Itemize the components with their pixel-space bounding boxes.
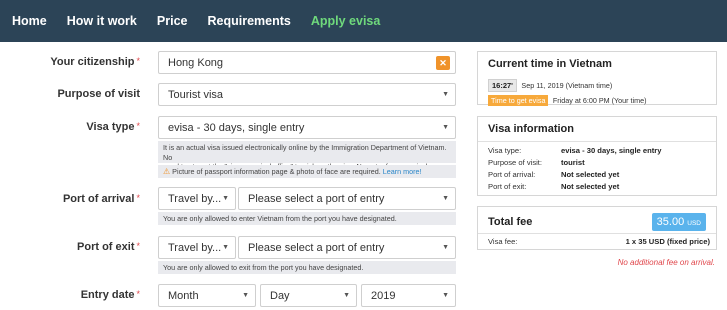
nav-apply-evisa[interactable]: Apply evisa: [311, 14, 380, 28]
citizenship-label: Your citizenship *: [0, 56, 140, 68]
total-fee-amount: 35.00 USD: [651, 213, 706, 231]
chevron-down-icon: ▼: [442, 91, 449, 98]
port-arrival-label-text: Port of arrival: [62, 193, 135, 205]
purpose-value: Tourist visa: [168, 88, 224, 101]
chevron-down-icon: ▼: [242, 292, 249, 299]
citizenship-label-text: Your citizenship: [50, 56, 135, 68]
visa-type-value: evisa - 30 days, single entry: [168, 121, 305, 134]
current-time-title: Current time in Vietnam: [488, 58, 612, 70]
info-row: Purpose of visit: tourist: [488, 158, 585, 167]
learn-more-link[interactable]: Learn more!: [383, 167, 422, 176]
clear-citizenship-button[interactable]: ✕: [436, 56, 450, 70]
entry-month-value: Month: [168, 289, 199, 302]
required-mark: *: [136, 56, 140, 66]
info-key: Visa type:: [488, 146, 522, 155]
visa-type-note: It is an actual visa issued electronical…: [158, 141, 456, 171]
exit-note: You are only allowed to exit from the po…: [158, 261, 456, 274]
purpose-label-text: Purpose of visit: [57, 88, 140, 100]
current-time-panel: Current time in Vietnam 16:27' Sep 11, 2…: [477, 51, 717, 108]
port-exit-label-text: Port of exit: [77, 241, 135, 253]
nav-how-it-work[interactable]: How it work: [67, 14, 137, 28]
chevron-down-icon: ▼: [222, 244, 229, 251]
entry-year-select[interactable]: 2019 ▼: [361, 284, 456, 307]
info-value: Not selected yet: [561, 182, 620, 191]
exit-note-text: You are only allowed to exit from the po…: [163, 263, 364, 272]
fee-currency: USD: [687, 220, 701, 227]
arrival-port-placeholder: Please select a port of entry: [248, 192, 385, 205]
nav-price[interactable]: Price: [157, 14, 188, 28]
info-row: Port of arrival: Not selected yet: [488, 170, 619, 179]
required-mark: *: [136, 193, 140, 203]
arrival-note: You are only allowed to enter Vietnam fr…: [158, 212, 456, 225]
chevron-down-icon: ▼: [442, 124, 449, 131]
info-value: Not selected yet: [561, 170, 620, 179]
info-value: evisa - 30 days, single entry: [561, 146, 662, 155]
divider: [478, 233, 716, 234]
arrival-note-text: You are only allowed to enter Vietnam fr…: [163, 214, 397, 223]
info-key: Port of exit:: [488, 182, 527, 191]
arrival-port-select[interactable]: Please select a port of entry ▼: [238, 187, 456, 210]
visa-fee-value: 1 x 35 USD (fixed price): [625, 237, 710, 246]
info-value: tourist: [561, 158, 585, 167]
no-additional-fee-note: No additional fee on arrival.: [617, 258, 715, 267]
visa-information-panel: Visa information Visa type: evisa - 30 d…: [477, 116, 717, 196]
visa-information-title: Visa information: [488, 123, 574, 135]
evisa-time-row: Time to get evisa Friday at 6:00 PM (You…: [488, 90, 647, 108]
info-key: Port of arrival:: [488, 170, 536, 179]
visa-type-select[interactable]: evisa - 30 days, single entry ▼: [158, 116, 456, 139]
info-row: Visa type: evisa - 30 days, single entry: [488, 146, 661, 155]
citizenship-input[interactable]: Hong Kong ✕: [158, 51, 456, 74]
entry-date-label: Entry date *: [0, 289, 140, 301]
exit-port-select[interactable]: Please select a port of entry ▼: [238, 236, 456, 259]
visa-type-note-line: It is an actual visa issued electronical…: [163, 143, 447, 162]
total-fee-panel: Total fee 35.00 USD Visa fee: 1 x 35 USD…: [477, 206, 717, 250]
time-to-get-evisa-tag: Time to get evisa: [488, 95, 549, 106]
chevron-down-icon: ▼: [442, 292, 449, 299]
purpose-label: Purpose of visit: [0, 88, 140, 100]
citizenship-value: Hong Kong: [168, 56, 224, 69]
visa-type-label-text: Visa type: [86, 121, 135, 133]
exit-port-placeholder: Please select a port of entry: [248, 241, 385, 254]
fee-amount-value: 35.00: [656, 216, 685, 228]
port-arrival-label: Port of arrival *: [0, 193, 140, 205]
chevron-down-icon: ▼: [442, 195, 449, 202]
entry-day-value: Day: [270, 289, 290, 302]
exit-travel-by-select[interactable]: Travel by... ▼: [158, 236, 236, 259]
port-exit-label: Port of exit *: [0, 241, 140, 253]
visa-fee-label: Visa fee:: [488, 237, 518, 246]
top-navbar: Home How it work Price Requirements Appl…: [0, 0, 727, 42]
entry-year-value: 2019: [371, 289, 396, 302]
arrival-travel-by-select[interactable]: Travel by... ▼: [158, 187, 236, 210]
divider: [478, 141, 716, 142]
current-time-date: Sep 11, 2019 (Vietnam time): [521, 81, 613, 90]
chevron-down-icon: ▼: [343, 292, 350, 299]
info-key: Purpose of visit:: [488, 158, 543, 167]
exit-travel-by-value: Travel by...: [168, 241, 222, 254]
arrival-travel-by-value: Travel by...: [168, 192, 222, 205]
nav-home[interactable]: Home: [12, 14, 47, 28]
chevron-down-icon: ▼: [442, 244, 449, 251]
nav-requirements[interactable]: Requirements: [207, 14, 290, 28]
purpose-select[interactable]: Tourist visa ▼: [158, 83, 456, 106]
evisa-ready-time: Friday at 6:00 PM (Your time): [552, 96, 647, 105]
passport-warning: ⚠ Picture of passport information page & …: [158, 165, 456, 178]
warning-icon: ⚠: [163, 167, 171, 176]
entry-date-label-text: Entry date: [80, 289, 135, 301]
entry-month-select[interactable]: Month ▼: [158, 284, 256, 307]
visa-type-label: Visa type *: [0, 121, 140, 133]
entry-day-select[interactable]: Day ▼: [260, 284, 357, 307]
chevron-down-icon: ▼: [222, 195, 229, 202]
required-mark: *: [136, 289, 140, 299]
required-mark: *: [136, 241, 140, 251]
required-mark: *: [136, 121, 140, 131]
passport-warning-text: Picture of passport information page & p…: [172, 167, 381, 176]
total-fee-title: Total fee: [488, 216, 533, 228]
info-row: Port of exit: Not selected yet: [488, 182, 619, 191]
